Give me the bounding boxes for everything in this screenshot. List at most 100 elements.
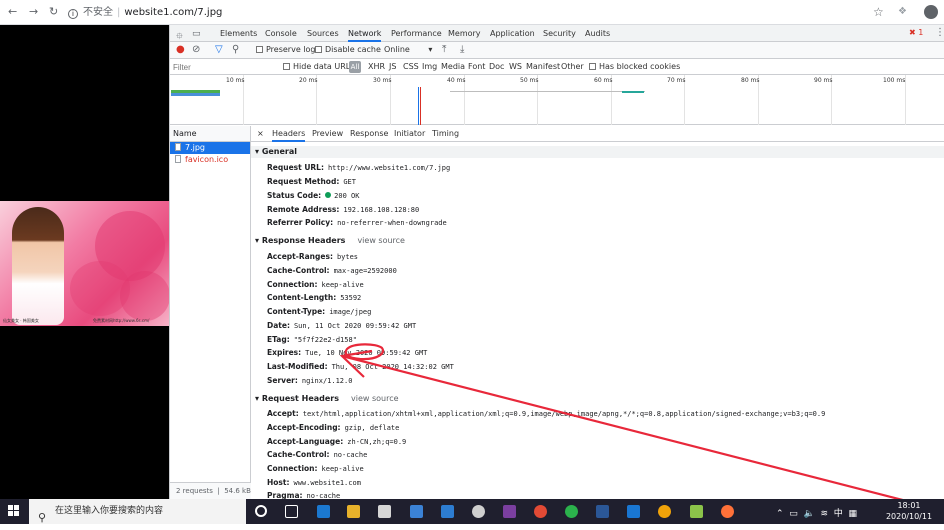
hide-data-urls-checkbox[interactable]: Hide data URLs: [283, 62, 354, 71]
request-headers-section-header[interactable]: ▾ Request Headers view source: [251, 393, 944, 405]
filter-type-manifest[interactable]: Manifest: [526, 62, 560, 71]
tab-application[interactable]: Application: [490, 25, 535, 42]
header-row: Accept-Encoding: gzip, deflate: [267, 421, 399, 435]
store-icon[interactable]: [378, 505, 391, 518]
app-icon[interactable]: [627, 505, 640, 518]
tab-performance[interactable]: Performance: [391, 25, 442, 42]
filter-type-media[interactable]: Media: [441, 62, 465, 71]
edge-browser-icon[interactable]: [317, 505, 330, 518]
url-text[interactable]: website1.com/7.jpg: [124, 7, 222, 18]
header-key: Connection:: [267, 280, 318, 289]
task-view-icon[interactable]: [285, 505, 298, 518]
header-key: Status Code:: [267, 191, 322, 200]
bookmark-star-icon[interactable]: ☆: [873, 5, 884, 19]
cortana-icon[interactable]: [255, 505, 267, 517]
volume-icon[interactable]: 🔈: [804, 509, 815, 519]
request-row[interactable]: favicon.ico: [170, 154, 250, 166]
filter-icon[interactable]: ▽: [215, 44, 223, 55]
extension-icon[interactable]: ❖: [898, 6, 907, 17]
firefox-icon[interactable]: [721, 505, 734, 518]
taskbar-search-box[interactable]: ⚲ 在这里输入你要搜索的内容: [29, 499, 246, 524]
reload-icon[interactable]: ↻: [49, 5, 58, 18]
app-icon[interactable]: [690, 505, 703, 518]
forward-icon[interactable]: →: [29, 5, 38, 18]
windows-start-icon[interactable]: [8, 505, 20, 517]
filter-type-other[interactable]: Other: [561, 62, 584, 71]
wechat-icon[interactable]: [565, 505, 578, 518]
tab-preview[interactable]: Preview: [312, 126, 343, 142]
filter-type-doc[interactable]: Doc: [489, 62, 504, 71]
close-detail-button[interactable]: ×: [257, 126, 264, 142]
filter-type-xhr[interactable]: XHR: [368, 62, 385, 71]
header-key: Accept-Language:: [267, 437, 344, 446]
response-headers-section-header[interactable]: ▾ Response Headers view source: [251, 235, 944, 247]
hide-data-urls-label: Hide data URLs: [293, 62, 355, 71]
filter-type-css[interactable]: CSS: [403, 62, 419, 71]
filter-type-all[interactable]: All: [349, 61, 361, 73]
app-icon[interactable]: [472, 505, 485, 518]
tab-network[interactable]: Network: [348, 25, 382, 42]
name-column-header[interactable]: Name: [170, 126, 250, 142]
tab-elements[interactable]: Elements: [220, 25, 257, 42]
filter-type-font[interactable]: Font: [468, 62, 485, 71]
info-icon[interactable]: i: [68, 9, 78, 19]
dom-content-loaded-marker: [418, 87, 419, 125]
header-row: ETag: "5f7f22e2-d158": [267, 333, 357, 347]
header-value: 192.168.108.128:80: [343, 206, 420, 214]
tab-audits[interactable]: Audits: [585, 25, 610, 42]
tab-sources[interactable]: Sources: [307, 25, 339, 42]
address-bar[interactable]: i 不安全 | website1.com/7.jpg: [68, 3, 898, 22]
header-value: image/jpeg: [329, 308, 372, 316]
more-menu-icon[interactable]: ⋮: [935, 27, 944, 38]
chrome-icon[interactable]: [534, 505, 547, 518]
chevron-up-icon[interactable]: ⌃: [776, 509, 784, 519]
throttling-select[interactable]: Online ▾: [384, 45, 432, 54]
app-icon[interactable]: [410, 505, 423, 518]
timeline-tick: 90 ms: [814, 77, 833, 84]
general-section-header[interactable]: ▾ General: [251, 146, 944, 158]
export-har-icon[interactable]: ⤓: [460, 44, 464, 55]
profile-avatar-icon[interactable]: [924, 5, 938, 19]
device-toolbar-icon[interactable]: ▭: [192, 29, 201, 39]
error-count-badge[interactable]: ✖ 1: [909, 28, 923, 37]
tab-timing[interactable]: Timing: [432, 126, 459, 142]
tab-headers[interactable]: Headers: [272, 126, 306, 142]
system-clock[interactable]: 18:01 2020/10/11: [884, 500, 934, 522]
ime-indicator[interactable]: 中: [834, 509, 843, 519]
disable-cache-checkbox[interactable]: Disable cache: [315, 45, 381, 54]
network-overview-timeline[interactable]: 10 ms 20 ms 30 ms 40 ms 50 ms 60 ms 70 m…: [170, 75, 944, 125]
header-row: Remote Address: 192.168.108.128:80: [267, 203, 419, 217]
request-list: Name 7.jpg favicon.ico 2 requests | 54.6…: [170, 126, 251, 499]
clear-icon[interactable]: ⊘: [192, 44, 200, 55]
app-icon[interactable]: [658, 505, 671, 518]
request-detail: × Headers Preview Response Initiator Tim…: [251, 126, 944, 499]
tab-response[interactable]: Response: [350, 126, 388, 142]
network-icon[interactable]: ≋: [820, 509, 828, 519]
import-har-icon[interactable]: ⤒: [442, 44, 446, 55]
image-caption-right: 免费素材网http://www.6s.cm/: [93, 318, 150, 323]
phpstorm-icon[interactable]: [503, 505, 516, 518]
back-icon[interactable]: ←: [8, 5, 17, 18]
blocked-cookies-checkbox[interactable]: Has blocked cookies: [589, 62, 680, 71]
tab-memory[interactable]: Memory: [448, 25, 481, 42]
filter-type-js[interactable]: JS: [389, 62, 396, 71]
view-source-link[interactable]: view source: [351, 394, 399, 403]
word-icon[interactable]: [596, 505, 609, 518]
file-explorer-icon[interactable]: [347, 505, 360, 518]
filter-type-img[interactable]: Img: [422, 62, 437, 71]
tab-console[interactable]: Console: [265, 25, 297, 42]
battery-icon[interactable]: ▭: [789, 509, 798, 519]
tab-initiator[interactable]: Initiator: [394, 126, 425, 142]
keyboard-icon[interactable]: ▦: [849, 509, 858, 519]
request-row[interactable]: 7.jpg: [170, 142, 250, 154]
header-key: Remote Address:: [267, 205, 340, 214]
tab-security[interactable]: Security: [543, 25, 576, 42]
record-icon[interactable]: ●: [176, 44, 185, 55]
preserve-log-checkbox[interactable]: Preserve log: [256, 45, 316, 54]
filter-type-ws[interactable]: WS: [509, 62, 522, 71]
filter-input[interactable]: [173, 61, 273, 73]
view-source-link[interactable]: view source: [357, 236, 405, 245]
search-icon[interactable]: ⚲: [232, 44, 239, 55]
header-row: Connection: keep-alive: [267, 278, 364, 292]
mail-icon[interactable]: [441, 505, 454, 518]
